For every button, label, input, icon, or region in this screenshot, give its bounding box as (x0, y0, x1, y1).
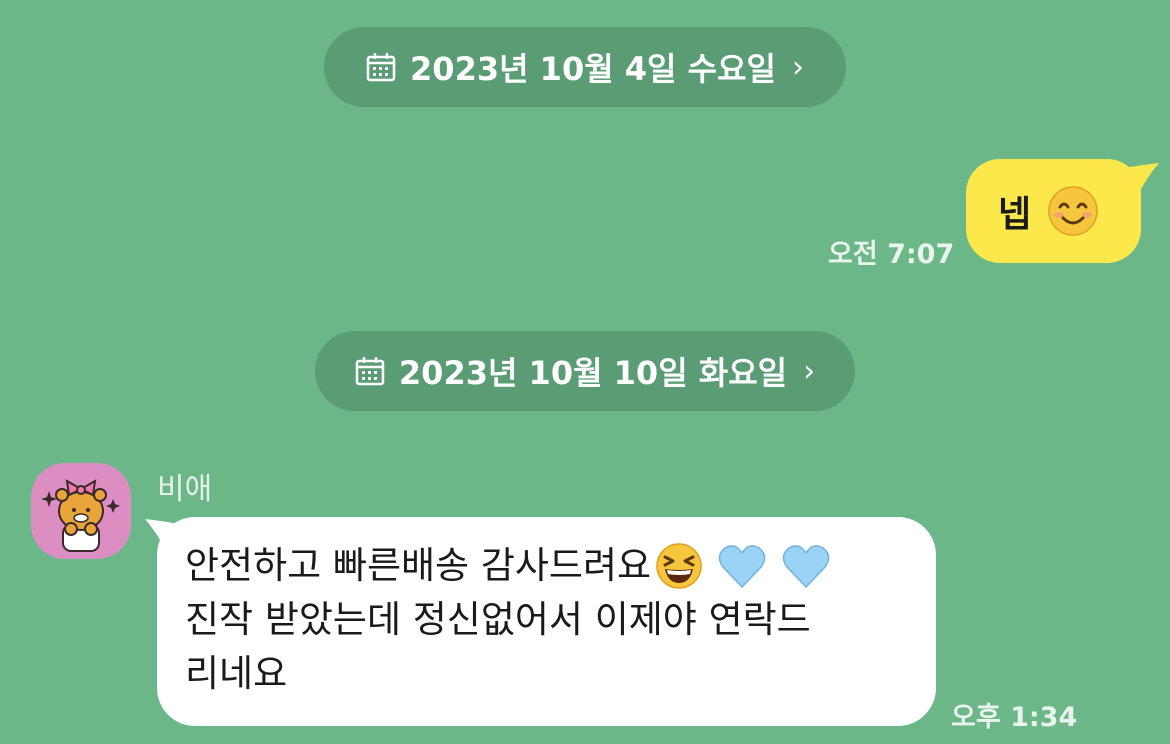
message-timestamp: 오후 1:34 (951, 702, 1078, 733)
light-blue-heart-icon (718, 545, 766, 589)
sender-name: 비애 (157, 472, 213, 507)
message-line: 안전하고 빠른배송 감사드려요 (185, 539, 906, 593)
my-message-bubble[interactable]: 넵 (966, 159, 1159, 263)
chevron-right-icon: › (803, 353, 816, 389)
calendar-icon (366, 53, 396, 82)
message-line: 리네요 (185, 647, 906, 701)
bubble-tail (145, 519, 185, 549)
calendar-icon (355, 357, 385, 386)
bubble-tail (1119, 163, 1159, 193)
message-line: 진작 받았는데 정신없어서 이제야 연락드 (185, 593, 906, 647)
message-timestamp: 오전 7:07 (828, 239, 955, 270)
chevron-right-icon: › (791, 49, 804, 85)
smiling-face-icon (1048, 186, 1098, 236)
grinning-squinting-face-icon (656, 543, 702, 589)
date-divider-label: 2023년 10월 10일 화요일 (398, 354, 788, 392)
avatar[interactable] (31, 463, 131, 559)
message-text: 안전하고 빠른배송 감사드려요 (185, 544, 652, 587)
message-text: 진작 받았는데 정신없어서 이제야 연락드 (185, 598, 811, 641)
light-blue-heart-icon (782, 545, 830, 589)
message-text: 넵 (998, 194, 1032, 235)
bear-with-bow-icon (41, 479, 120, 552)
message-text: 리네요 (185, 652, 288, 695)
date-divider[interactable]: 2023년 10월 4일 수요일 › (324, 27, 846, 107)
date-divider-label: 2023년 10월 4일 수요일 (410, 50, 776, 88)
received-message-bubble[interactable]: 안전하고 빠른배송 감사드려요 진작 받았는데 정신없어서 이제야 연락드 리네… (145, 517, 936, 726)
date-divider[interactable]: 2023년 10월 10일 화요일 › (315, 331, 855, 411)
